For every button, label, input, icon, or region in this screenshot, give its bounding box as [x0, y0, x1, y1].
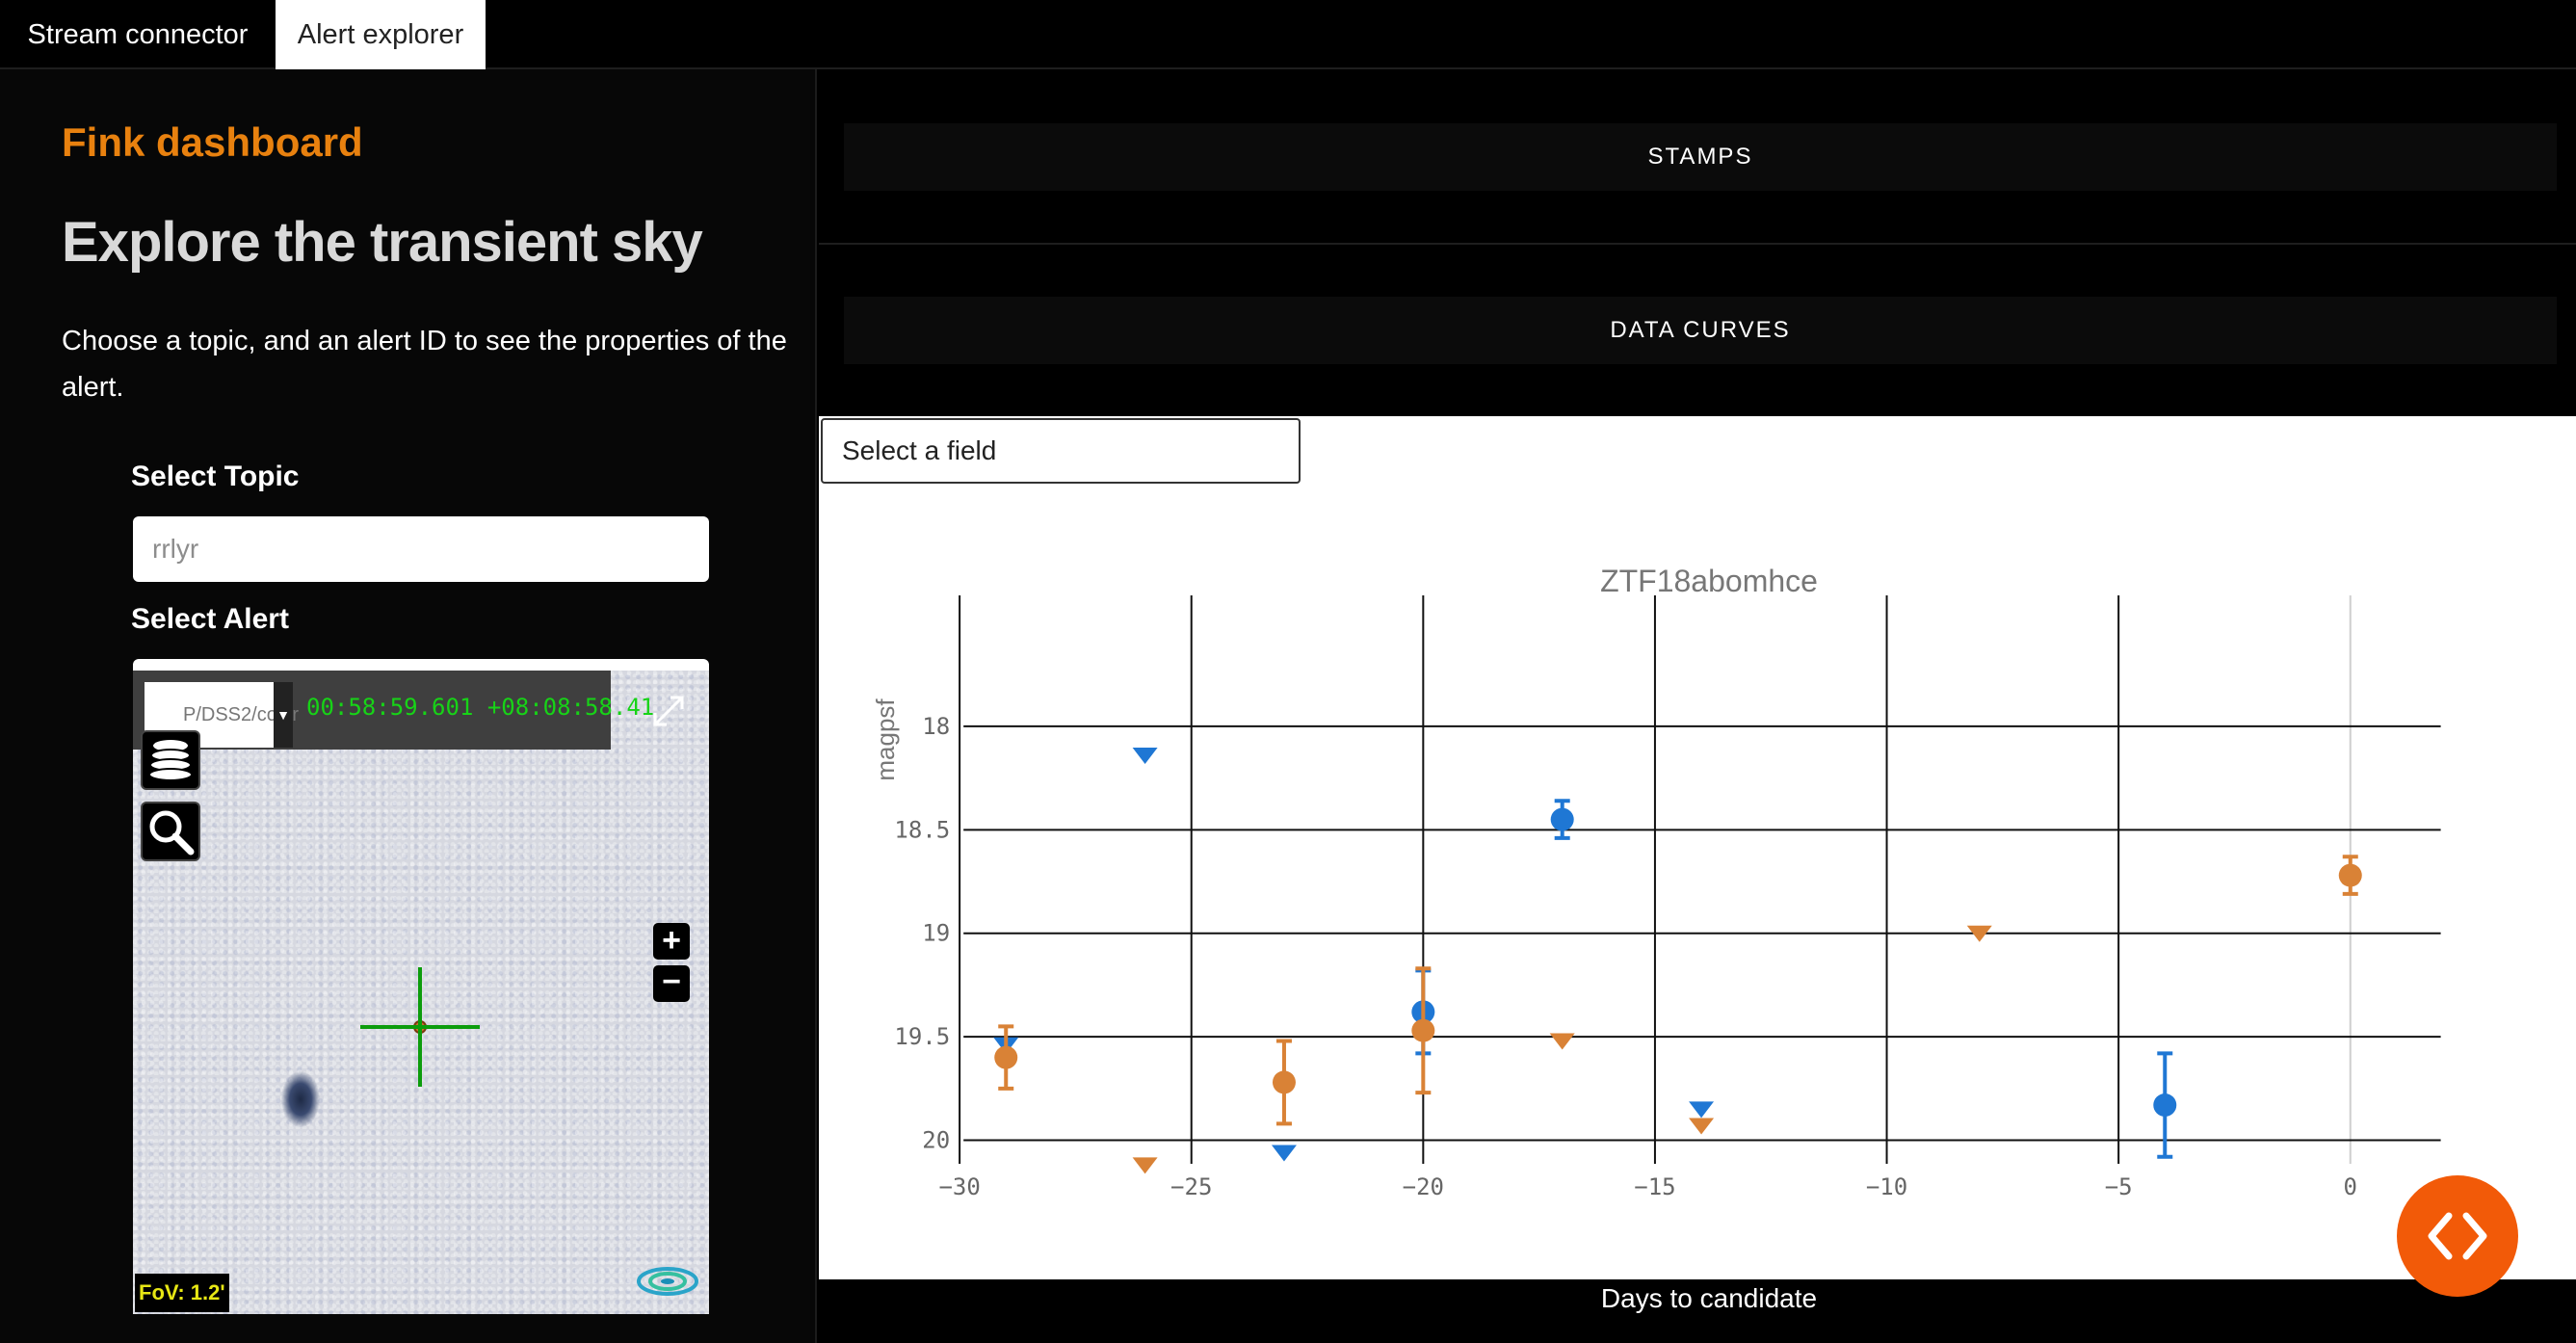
- viewer-toolbar: P/DSS2/color ▼ 00:58:59.601 +08:08:58.41: [133, 671, 654, 750]
- chevron-down-icon[interactable]: ▼: [274, 682, 293, 748]
- aladin-logo-icon: [637, 1267, 698, 1296]
- data-point: [2153, 1051, 2177, 1159]
- x-tick-label: −10: [1866, 1173, 1907, 1200]
- x-tick-label: −25: [1170, 1173, 1212, 1200]
- tab-alert-explorer[interactable]: Alert explorer: [276, 0, 486, 69]
- brand-title: Fink dashboard: [62, 119, 363, 165]
- point-marker: [994, 1045, 1018, 1069]
- code-toggle-button[interactable]: [2397, 1175, 2518, 1297]
- lightcurve-chart: ZTF18abomhce −30 −25 −20 −15 −10 −5 0 18 18.5 19 1…: [871, 564, 2441, 1200]
- point-marker: [2153, 1093, 2177, 1118]
- coordinate-readout: 00:58:59.601 +08:08:58.41: [306, 694, 655, 721]
- chart-marks: [993, 748, 2362, 1174]
- tab-stream-connector[interactable]: Stream connector: [0, 0, 276, 69]
- topic-select[interactable]: rrlyr: [133, 516, 709, 582]
- x-tick-label: −30: [938, 1173, 980, 1200]
- x-tick-label: −15: [1634, 1173, 1675, 1200]
- sky-viewer[interactable]: P/DSS2/color ▼ 00:58:59.601 +08:08:58.41…: [133, 671, 709, 1314]
- topic-label: Select Topic: [131, 461, 300, 492]
- chart-title: ZTF18abomhce: [1600, 564, 1818, 598]
- panel-divider: [819, 243, 2576, 245]
- chart-ticks: −30 −25 −20 −15 −10 −5 0 18 18.5 19 19.5 20: [894, 713, 2357, 1200]
- search-icon: [149, 810, 195, 856]
- x-tick-label: 0: [2344, 1173, 2357, 1200]
- x-tick-label: −20: [1403, 1173, 1444, 1200]
- tab-bar: Stream connector Alert explorer: [0, 0, 2576, 69]
- target-reticle: [360, 967, 480, 1087]
- minus-icon: −: [662, 963, 681, 1000]
- search-button[interactable]: [141, 802, 200, 861]
- galaxy-blob: [281, 1071, 320, 1127]
- data-point: [994, 1024, 1018, 1091]
- point-marker: [2338, 863, 2362, 887]
- intro-text: Choose a topic, and an alert ID to see t…: [62, 326, 787, 403]
- y-axis-label: magpsf: [871, 698, 900, 781]
- upper-limit-marker: [1549, 1033, 1575, 1050]
- upper-limit-marker: [1132, 1157, 1158, 1174]
- y-tick-label: 18.5: [894, 816, 950, 843]
- y-tick-label: 19: [922, 920, 950, 947]
- point-marker: [1272, 1070, 1296, 1094]
- alert-label: Select Alert: [131, 603, 289, 635]
- upper-limit-marker: [1132, 748, 1158, 764]
- point-marker: [1550, 807, 1574, 831]
- y-tick-label: 18: [922, 713, 950, 740]
- upper-limit-marker: [1689, 1118, 1715, 1135]
- data-point: [2338, 855, 2362, 896]
- upper-limit-marker: [1271, 1145, 1297, 1162]
- zoom-in-button[interactable]: +: [653, 923, 690, 960]
- x-axis-label: Days to candidate: [1600, 1283, 1818, 1313]
- y-tick-label: 19.5: [894, 1023, 950, 1050]
- layers-button[interactable]: [141, 730, 200, 790]
- chart-grid: [959, 595, 2441, 1164]
- data-point: [1550, 799, 1574, 840]
- data-point: [1411, 966, 1435, 1095]
- code-icon: [2428, 1212, 2487, 1260]
- page-headline: Explore the transient sky: [62, 211, 703, 274]
- data-point: [1272, 1039, 1296, 1126]
- point-marker: [1411, 1018, 1435, 1042]
- x-tick-label: −5: [2105, 1173, 2133, 1200]
- field-select[interactable]: Select a field: [821, 418, 1301, 484]
- upper-limit-marker: [1689, 1101, 1715, 1119]
- fov-readout: FoV: 1.2': [135, 1274, 229, 1312]
- fullscreen-icon[interactable]: [647, 690, 690, 732]
- y-tick-label: 20: [922, 1127, 950, 1154]
- zoom-out-button[interactable]: −: [653, 965, 690, 1002]
- layers-icon: [148, 740, 193, 781]
- data-curves-panel-button[interactable]: DATA CURVES: [844, 297, 2557, 364]
- stamps-panel-button[interactable]: STAMPS: [844, 123, 2557, 191]
- plus-icon: +: [662, 922, 681, 959]
